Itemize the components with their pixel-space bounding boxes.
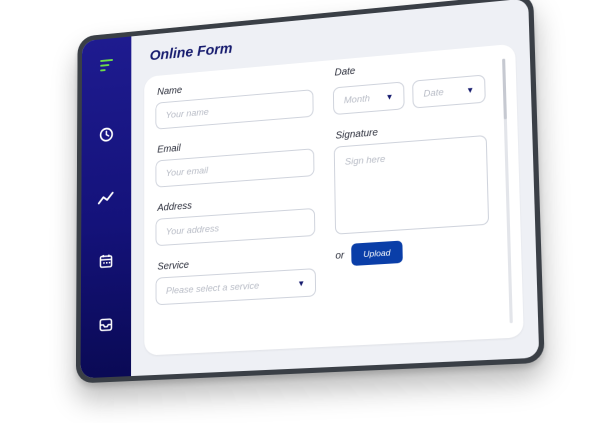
menu-icon (99, 58, 114, 77)
sidebar-item-calendar[interactable] (92, 248, 120, 278)
address-label: Address (157, 200, 192, 214)
sidebar (80, 36, 132, 379)
date-label: Date (334, 65, 356, 79)
signature-pad[interactable]: Sign here (333, 134, 490, 235)
stage: Online Form Name Your name Email Your em… (0, 0, 596, 423)
name-label: Name (157, 85, 183, 98)
inbox-icon (98, 316, 113, 337)
screen: Online Form Name Your name Email Your em… (80, 0, 540, 379)
month-select-value: Month (343, 92, 371, 106)
form-card: Name Your name Email Your email Address … (144, 43, 524, 356)
day-select[interactable]: Date ▼ (412, 74, 486, 109)
email-input[interactable]: Your email (155, 148, 315, 188)
clock-icon (99, 127, 114, 148)
tablet-frame: Online Form Name Your name Email Your em… (75, 0, 545, 384)
scrollbar[interactable] (502, 58, 513, 324)
scrollbar-thumb[interactable] (502, 58, 507, 120)
trend-icon (98, 190, 115, 210)
service-select[interactable]: Please select a service ▼ (155, 268, 317, 306)
sidebar-item-analytics[interactable] (92, 185, 120, 215)
service-label: Service (157, 259, 190, 273)
main-content: Online Form Name Your name Email Your em… (131, 0, 539, 376)
caret-down-icon: ▼ (385, 91, 394, 102)
sidebar-item-history[interactable] (93, 122, 121, 152)
day-select-value: Date (423, 86, 444, 100)
calendar-icon (99, 253, 114, 274)
email-label: Email (157, 143, 181, 156)
service-select-value: Please select a service (165, 280, 260, 297)
sidebar-item-inbox[interactable] (92, 312, 120, 342)
sidebar-menu-button[interactable] (93, 53, 120, 83)
upload-button[interactable]: Upload (351, 240, 403, 266)
month-select[interactable]: Month ▼ (332, 81, 405, 116)
or-text: or (335, 250, 345, 262)
address-input[interactable]: Your address (155, 207, 316, 247)
caret-down-icon: ▼ (465, 84, 475, 95)
signature-label: Signature (335, 127, 379, 142)
caret-down-icon: ▼ (297, 278, 306, 288)
